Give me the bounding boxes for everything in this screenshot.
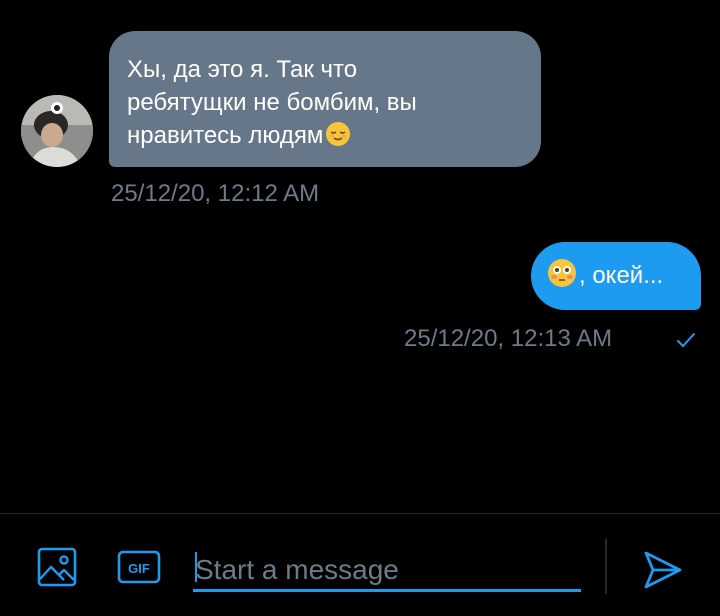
outgoing-message-bubble[interactable]: , окей... (531, 242, 701, 310)
message-input[interactable] (193, 540, 581, 589)
dm-conversation-screen: Хы, да это я. Так что ребятущки не бомби… (0, 0, 720, 616)
composer-divider (605, 539, 607, 594)
check-icon (677, 333, 695, 348)
send-icon[interactable] (642, 549, 684, 591)
gif-button[interactable]: GIF (117, 550, 161, 584)
flushed-face-emoji (547, 258, 577, 295)
incoming-message-timestamp: 25/12/20, 12:12 AM (111, 180, 320, 207)
incoming-message-bubble[interactable]: Хы, да это я. Так что ребятущки не бомби… (109, 31, 541, 167)
gif-label: GIF (128, 561, 150, 576)
avatar[interactable] (21, 95, 93, 167)
incoming-message-line: ребятущки не бомбим, вы (127, 89, 417, 116)
avatar-photo (21, 95, 93, 167)
outgoing-message-timestamp: 25/12/20, 12:13 AM (404, 325, 613, 352)
outgoing-message-text: , окей... (579, 262, 664, 289)
image-icon[interactable] (37, 547, 77, 587)
text-cursor (195, 552, 197, 582)
message-composer: GIF (0, 513, 720, 616)
relieved-face-emoji (325, 121, 351, 156)
gif-icon: GIF (117, 550, 161, 584)
incoming-message-line: нравитесь людям (127, 122, 324, 149)
message-input-wrapper[interactable] (193, 540, 581, 592)
incoming-message-line: Хы, да это я. Так что (127, 56, 358, 83)
